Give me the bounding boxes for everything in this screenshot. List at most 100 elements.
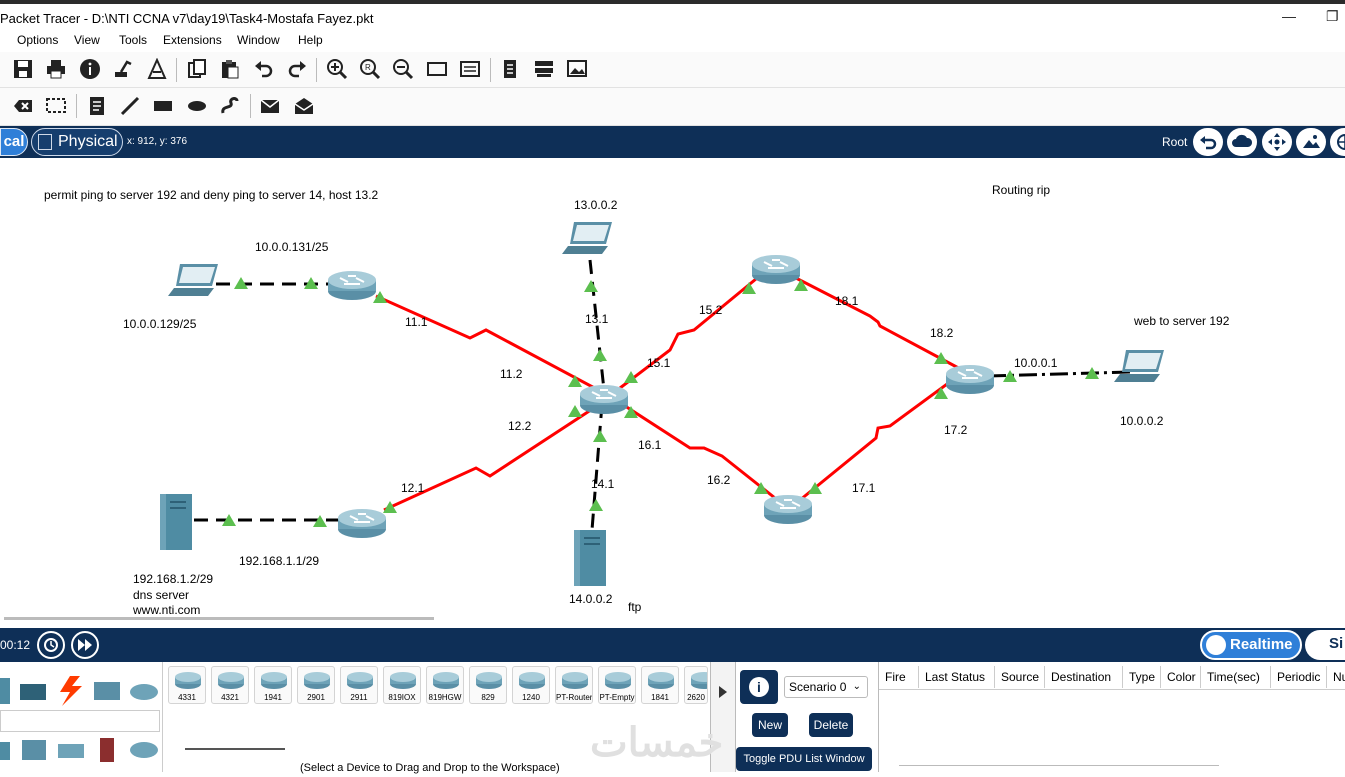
- menu-help[interactable]: Help: [298, 33, 323, 47]
- router-core[interactable]: [579, 384, 629, 415]
- label-10-0-0-129[interactable]: 10.0.0.129/25: [123, 317, 197, 331]
- menu-options[interactable]: Options: [17, 33, 58, 47]
- col-time[interactable]: Time(sec): [1201, 666, 1271, 688]
- device-scrollbar[interactable]: [185, 748, 285, 750]
- zoom-reset-icon[interactable]: R: [357, 56, 383, 82]
- new-scenario-button[interactable]: New: [752, 713, 788, 737]
- rectangle-icon[interactable]: [150, 93, 176, 119]
- table-scrollbar[interactable]: [899, 765, 1219, 766]
- link-core-r5[interactable]: [621, 402, 781, 504]
- custom-device-dialog-icon[interactable]: [457, 56, 483, 82]
- ipc-icon[interactable]: [531, 56, 557, 82]
- link-core-server2[interactable]: [590, 403, 604, 531]
- simulation-mode-button[interactable]: Si: [1305, 630, 1345, 660]
- label-15-2[interactable]: 15.2: [699, 303, 723, 317]
- note-routing-rip[interactable]: Routing rip: [992, 183, 1050, 197]
- logical-workspace[interactable]: permit ping to server 192 and deny ping …: [4, 158, 1345, 624]
- label-11-2[interactable]: 11.2: [500, 367, 523, 381]
- label-192-168-1-1[interactable]: 192.168.1.1/29: [239, 554, 319, 568]
- device-819hgw[interactable]: 819HGW: [426, 666, 464, 704]
- workspace-scrollbar[interactable]: [4, 617, 434, 620]
- select-icon[interactable]: [43, 93, 69, 119]
- label-ftp[interactable]: ftp: [628, 600, 642, 614]
- label-18-2[interactable]: 18.2: [930, 326, 954, 340]
- menu-extensions[interactable]: Extensions: [163, 33, 222, 47]
- freeform-icon[interactable]: [217, 93, 243, 119]
- menu-view[interactable]: View: [74, 33, 100, 47]
- info-icon[interactable]: [77, 56, 103, 82]
- link-r5-r4[interactable]: [799, 374, 959, 502]
- switches-icon[interactable]: [20, 684, 46, 700]
- device-4331[interactable]: 4331: [168, 666, 206, 704]
- drawing-palette-icon[interactable]: [424, 56, 450, 82]
- laptop-10-0-0-2[interactable]: [1114, 350, 1164, 382]
- col-num[interactable]: Nu: [1327, 666, 1345, 688]
- copy-icon[interactable]: [184, 56, 210, 82]
- device-1240[interactable]: 1240: [512, 666, 550, 704]
- col-type[interactable]: Type: [1123, 666, 1161, 688]
- label-16-1[interactable]: 16.1: [638, 438, 662, 452]
- cloud-icon[interactable]: [130, 742, 158, 758]
- tab-physical[interactable]: Physical: [31, 128, 123, 156]
- label-15-1[interactable]: 15.1: [647, 356, 671, 370]
- line-icon[interactable]: [117, 93, 143, 119]
- background-image-icon[interactable]: [1296, 128, 1326, 156]
- category-selector[interactable]: [0, 710, 160, 732]
- undo-icon[interactable]: [251, 56, 277, 82]
- add-simple-pdu-icon[interactable]: [257, 93, 283, 119]
- add-complex-pdu-icon[interactable]: [291, 93, 317, 119]
- device-2911[interactable]: 2911: [340, 666, 378, 704]
- router-r3[interactable]: [751, 254, 801, 285]
- label-13-0-0-2[interactable]: 13.0.0.2: [574, 198, 618, 212]
- device-2901[interactable]: 2901: [297, 666, 335, 704]
- multiuser-icon[interactable]: [130, 684, 158, 700]
- device-1841[interactable]: 1841: [641, 666, 679, 704]
- label-17-1[interactable]: 17.1: [852, 481, 876, 495]
- ellipse-icon[interactable]: [184, 93, 210, 119]
- label-17-2[interactable]: 17.2: [944, 423, 968, 437]
- label-10-0-0-131[interactable]: 10.0.0.131/25: [255, 240, 329, 254]
- redo-icon[interactable]: [284, 56, 310, 82]
- label-dns-server[interactable]: dns server: [133, 588, 189, 602]
- laptop-13-0-0-2[interactable]: [562, 222, 612, 254]
- device-819iox[interactable]: 819IOX: [383, 666, 421, 704]
- device-1941[interactable]: 1941: [254, 666, 292, 704]
- note-acl[interactable]: permit ping to server 192 and deny ping …: [44, 188, 379, 202]
- save-icon[interactable]: [10, 56, 36, 82]
- security-icon[interactable]: [22, 740, 46, 760]
- server-dns[interactable]: [159, 493, 193, 551]
- label-www[interactable]: www.nti.com: [132, 603, 200, 617]
- router-r1[interactable]: [327, 270, 377, 301]
- minimize-icon[interactable]: —: [1282, 8, 1296, 24]
- restore-icon[interactable]: ❐: [1326, 8, 1339, 25]
- link-r1-core[interactable]: [375, 294, 603, 394]
- tab-logical[interactable]: cal: [0, 128, 28, 156]
- router-r4[interactable]: [945, 364, 995, 395]
- connections-icon[interactable]: [60, 676, 82, 706]
- image-icon[interactable]: [564, 56, 590, 82]
- menu-tools[interactable]: Tools: [119, 33, 147, 47]
- label-10-0-0-1[interactable]: 10.0.0.1: [1014, 356, 1058, 370]
- delete-scenario-button[interactable]: Delete: [809, 713, 853, 737]
- back-icon[interactable]: [1193, 128, 1223, 156]
- expand-arrow-icon[interactable]: [719, 686, 727, 698]
- delete-icon[interactable]: [10, 93, 36, 119]
- zoom-out-icon[interactable]: [390, 56, 416, 82]
- note-icon[interactable]: [84, 93, 110, 119]
- toggle-pdu-list-button[interactable]: Toggle PDU List Window: [736, 747, 872, 771]
- viewport-icon[interactable]: [1330, 128, 1345, 156]
- device-829[interactable]: 829: [469, 666, 507, 704]
- label-14-1[interactable]: 14.1: [591, 477, 615, 491]
- col-destination[interactable]: Destination: [1045, 666, 1123, 688]
- wan-icon[interactable]: [0, 742, 10, 760]
- col-last-status[interactable]: Last Status: [919, 666, 995, 688]
- label-12-2[interactable]: 12.2: [508, 419, 532, 433]
- server-ftp[interactable]: [573, 529, 607, 587]
- scenario-select[interactable]: Scenario 0 ⌄: [784, 676, 868, 698]
- iot-icon[interactable]: [100, 738, 114, 762]
- device-2620[interactable]: 2620: [684, 666, 708, 704]
- menu-window[interactable]: Window: [237, 33, 280, 47]
- wireless-icon[interactable]: [58, 744, 84, 758]
- move-object-icon[interactable]: [1262, 128, 1292, 156]
- text-file-icon[interactable]: [497, 56, 523, 82]
